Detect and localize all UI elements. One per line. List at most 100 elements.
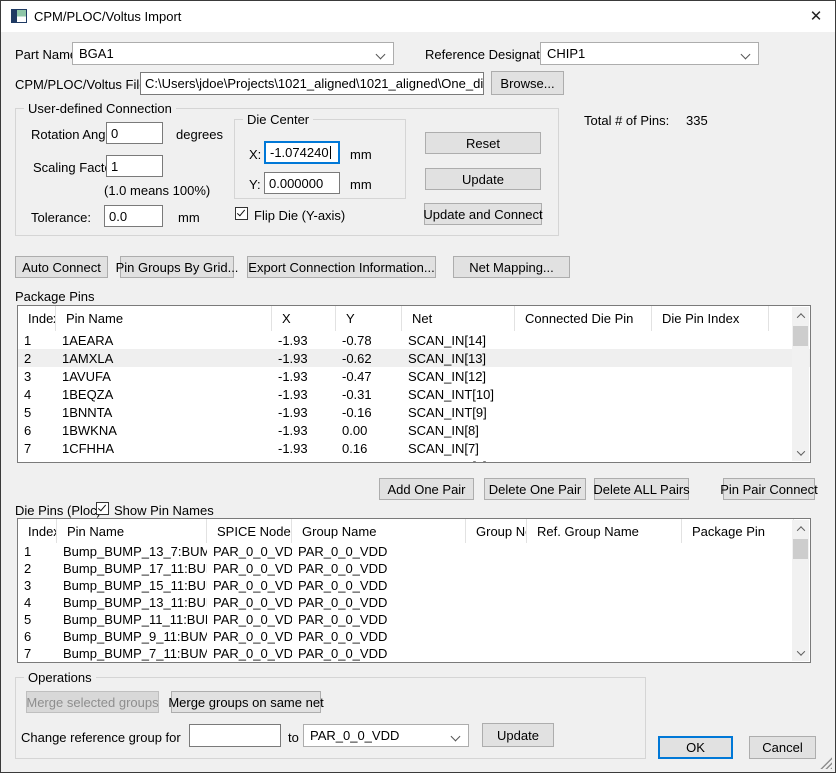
column-header[interactable]: Index — [18, 519, 57, 543]
scrollbar-thumb[interactable] — [793, 326, 808, 346]
tolerance-input[interactable]: 0.0 — [104, 205, 163, 227]
table-row[interactable]: 6Bump_BUMP_9_11:BUMP:10PAR_0_0_VDDPAR_0_… — [18, 628, 810, 645]
vertical-scrollbar[interactable] — [792, 520, 809, 661]
table-row[interactable]: 61BWKNA-1.930.00SCAN_IN[8] — [18, 421, 810, 439]
scrollbar-thumb[interactable] — [793, 539, 808, 559]
browse-button[interactable]: Browse... — [491, 71, 564, 95]
update-button[interactable]: Update — [425, 168, 541, 190]
die-center-y-input[interactable]: 0.000000 — [264, 172, 340, 194]
table-row[interactable]: 31AVUFA-1.93-0.47SCAN_IN[12] — [18, 367, 810, 385]
column-header[interactable]: Pin Name — [56, 306, 272, 331]
resize-grip-icon[interactable] — [820, 757, 832, 769]
cell-pin-name: 1BEQZA — [56, 387, 272, 402]
column-header[interactable]: Connected Die Pin — [515, 306, 652, 331]
column-header[interactable]: Index — [18, 306, 56, 331]
column-header[interactable]: Group Name — [292, 519, 466, 543]
export-connection-information-button[interactable]: Export Connection Information... — [247, 256, 436, 278]
cell-pin-name: 1BNNTA — [56, 405, 272, 420]
delete-one-pair-button[interactable]: Delete One Pair — [484, 478, 586, 500]
cell-y: 0.00 — [336, 423, 402, 438]
column-header[interactable]: SPICE Node — [207, 519, 292, 543]
rotation-angle-value: 0 — [111, 126, 118, 141]
column-header[interactable]: Package Pin — [682, 519, 794, 543]
flip-die-label: Flip Die (Y-axis) — [254, 208, 345, 223]
cell-index: 4 — [18, 387, 56, 402]
auto-connect-button[interactable]: Auto Connect — [15, 256, 108, 278]
cell-index: 2 — [18, 351, 56, 366]
net-mapping-button[interactable]: Net Mapping... — [453, 256, 570, 278]
scaling-factor-input[interactable]: 1 — [106, 155, 163, 177]
cpm-ploc-voltus-import-dialog: CPM/PLOC/Voltus Import ✕ Part Name: BGA1… — [0, 0, 836, 773]
text-caret — [330, 146, 331, 159]
table-row[interactable]: 7Bump_BUMP_7_11:BUMP:10PAR_0_0_VDDPAR_0_… — [18, 645, 810, 662]
change-reference-group-input[interactable] — [189, 724, 281, 747]
check-icon — [237, 208, 245, 217]
column-header[interactable]: Pin Name — [57, 519, 207, 543]
chevron-down-icon — [796, 647, 804, 655]
pin-pair-connect-button[interactable]: Pin Pair Connect — [723, 478, 815, 500]
column-header[interactable]: Ref. Group Name — [527, 519, 682, 543]
die-center-x-value: -1.074240 — [270, 145, 329, 160]
column-header[interactable]: Group Net — [466, 519, 527, 543]
die-center-x-input[interactable]: -1.074240 — [264, 141, 340, 164]
column-header[interactable]: Die Pin Index — [652, 306, 769, 331]
reference-group-combobox[interactable]: PAR_0_0_VDD — [303, 724, 469, 747]
update-and-connect-button[interactable]: Update and Connect — [424, 203, 542, 225]
cell-x: -1.93 — [272, 369, 336, 384]
cell-x: -1.93 — [272, 405, 336, 420]
table-row[interactable]: 81COFBA-1.930.31SCAN_INT[5] — [18, 457, 810, 463]
column-header[interactable]: Y — [336, 306, 402, 331]
column-header[interactable]: Net — [402, 306, 515, 331]
table-row[interactable]: 41BEQZA-1.93-0.31SCAN_INT[10] — [18, 385, 810, 403]
flip-die-checkbox[interactable] — [235, 207, 248, 220]
package-pins-section-label: Package Pins — [15, 289, 95, 304]
cell-index: 8 — [18, 459, 56, 464]
table-row[interactable]: 2Bump_BUMP_17_11:BUMP...PAR_0_0_VDDPAR_0… — [18, 560, 810, 577]
tolerance-label: Tolerance: — [31, 210, 91, 225]
reset-button[interactable]: Reset — [425, 132, 541, 154]
ref-designator-combobox[interactable]: CHIP1 — [540, 42, 759, 65]
cell-group-name: PAR_0_0_VDD — [292, 544, 466, 559]
scroll-up-button[interactable] — [792, 520, 809, 537]
cell-net: SCAN_IN[14] — [402, 333, 515, 348]
cell-pin-name: 1COFBA — [56, 459, 272, 464]
table-row[interactable]: 1Bump_BUMP_13_7:BUMP:10PAR_0_0_VDDPAR_0_… — [18, 543, 810, 560]
add-one-pair-button[interactable]: Add One Pair — [379, 478, 474, 500]
column-header[interactable]: X — [272, 306, 336, 331]
delete-all-pairs-button[interactable]: Delete ALL Pairs — [594, 478, 689, 500]
close-button[interactable]: ✕ — [801, 3, 831, 29]
file-path-input[interactable]: C:\Users\jdoe\Projects\1021_aligned\1021… — [140, 72, 484, 95]
cancel-button[interactable]: Cancel — [749, 736, 816, 759]
cell-y: 0.16 — [336, 441, 402, 456]
vertical-scrollbar[interactable] — [792, 307, 809, 461]
cell-x: -1.93 — [272, 333, 336, 348]
scroll-up-button[interactable] — [792, 307, 809, 324]
operations-update-button[interactable]: Update — [482, 723, 554, 747]
table-row[interactable]: 4Bump_BUMP_13_11:BUMP...PAR_0_0_VDDPAR_0… — [18, 594, 810, 611]
cell-index: 6 — [18, 629, 57, 644]
cell-index: 6 — [18, 423, 56, 438]
table-row[interactable]: 3Bump_BUMP_15_11:BUMP...PAR_0_0_VDDPAR_0… — [18, 577, 810, 594]
rotation-angle-input[interactable]: 0 — [106, 122, 163, 144]
package-pins-header: Index Pin Name X Y Net Connected Die Pin… — [18, 306, 810, 331]
scroll-down-button[interactable] — [792, 644, 809, 661]
cell-net: SCAN_IN[12] — [402, 369, 515, 384]
scroll-down-button[interactable] — [792, 444, 809, 461]
table-row[interactable]: 21AMXLA-1.93-0.62SCAN_IN[13] — [18, 349, 810, 367]
die-center-x-unit: mm — [350, 147, 372, 162]
cell-pin-name: Bump_BUMP_13_11:BUMP... — [57, 595, 207, 610]
cell-group-name: PAR_0_0_VDD — [292, 561, 466, 576]
cell-index: 7 — [18, 646, 57, 661]
merge-selected-groups-button: Merge selected groups — [26, 691, 159, 713]
part-name-combobox[interactable]: BGA1 — [72, 42, 394, 65]
merge-groups-same-net-button[interactable]: Merge groups on same net — [171, 691, 321, 713]
ok-button[interactable]: OK — [658, 736, 733, 759]
cell-x: -1.93 — [272, 423, 336, 438]
table-row[interactable]: 5Bump_BUMP_11_11:BUMP...PAR_0_0_VDDPAR_0… — [18, 611, 810, 628]
table-row[interactable]: 71CFHHA-1.930.16SCAN_IN[7] — [18, 439, 810, 457]
table-row[interactable]: 11AEARA-1.93-0.78SCAN_IN[14] — [18, 331, 810, 349]
table-row[interactable]: 51BNNTA-1.93-0.16SCAN_INT[9] — [18, 403, 810, 421]
show-pin-names-checkbox[interactable] — [96, 502, 109, 515]
operations-label: Operations — [24, 670, 96, 685]
pin-groups-by-grid-button[interactable]: Pin Groups By Grid... — [120, 256, 234, 278]
